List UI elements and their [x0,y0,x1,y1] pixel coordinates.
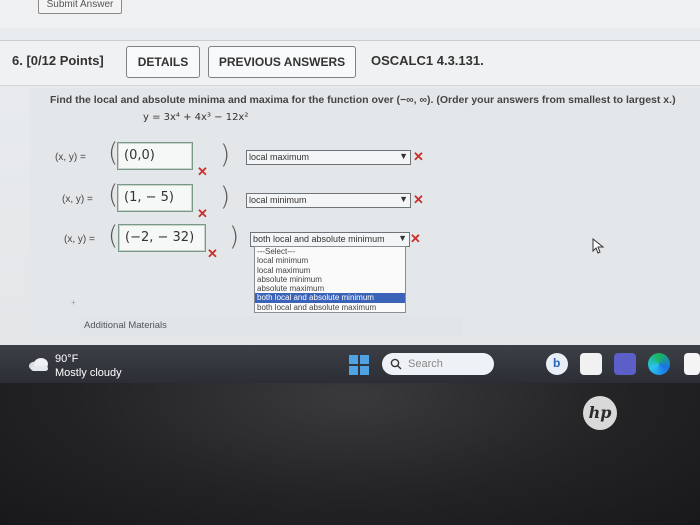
teams-icon[interactable] [614,353,636,375]
dropdown-option[interactable]: both local and absolute maximum [255,303,405,312]
weather-condition[interactable]: Mostly cloudy [55,367,122,379]
additional-materials-link[interactable]: Additional Materials [80,316,462,336]
row-1-classification-select[interactable]: local maximum ▼ [246,150,411,165]
row-2-classification-select[interactable]: local minimum ▼ [246,193,411,208]
search-icon [390,358,402,370]
submit-answer-button[interactable]: Submit Answer [38,0,122,14]
weather-temperature: 90°F [55,353,79,365]
function-expression: y = 3x⁴ + 4x³ − 12x² [143,112,249,123]
row-3-selected-value: both local and absolute minimum [253,234,385,244]
dropdown-option[interactable]: ---Select--- [255,247,405,256]
details-button[interactable]: DETAILS [126,46,200,78]
previous-answers-button[interactable]: PREVIOUS ANSWERS [208,46,356,78]
row-3-classification-select[interactable]: both local and absolute minimum ▼ [250,232,410,247]
start-windows-icon[interactable] [348,354,370,376]
question-header: 6. [0/12 Points] DETAILS PREVIOUS ANSWER… [0,40,700,86]
dropdown-option[interactable]: local maximum [255,266,405,275]
classification-dropdown-list: ---Select--- local minimum local maximum… [254,246,406,314]
row-3-answer-input[interactable]: (−2, − 32) [118,224,206,252]
row-3-label: (x, y) = [64,234,95,245]
row-1-select-incorrect-icon: ✕ [413,149,424,164]
row-2-incorrect-icon: ✕ [197,206,208,221]
dropdown-option[interactable]: absolute maximum [255,284,405,293]
problem-code: OSCALC1 4.3.131. [371,53,484,68]
row-1-close-paren: ) [220,140,231,170]
taskbar-search-box[interactable]: Search [382,353,494,375]
chevron-down-icon: ▼ [399,151,408,161]
row-1-selected-value: local maximum [249,152,310,162]
row-3-incorrect-icon: ✕ [207,246,218,261]
question-number: 6. [0/12 Points] [12,53,104,68]
row-3-select-incorrect-icon: ✕ [410,231,421,246]
question-prompt: Find the local and absolute minima and m… [50,94,676,106]
chevron-down-icon: ▼ [399,194,408,204]
search-placeholder: Search [408,358,443,370]
chevron-down-icon: ▼ [398,233,407,243]
dropdown-option[interactable]: local minimum [255,256,405,265]
row-2-label: (x, y) = [62,194,93,205]
file-explorer-icon[interactable] [684,353,700,375]
webpage: Submit Answer 6. [0/12 Points] DETAILS P… [0,0,700,345]
edge-browser-icon[interactable] [648,353,670,375]
row-1-incorrect-icon: ✕ [197,164,208,179]
row-1-answer-input[interactable]: (0,0) [117,142,193,170]
row-2-selected-value: local minimum [249,195,307,205]
top-strip: Submit Answer [0,0,700,28]
cloud-icon [29,358,48,371]
windows-taskbar: 90°F Mostly cloudy Search b [0,345,700,383]
bing-icon[interactable]: b [546,353,568,375]
row-3-open-paren: ( [108,221,119,251]
dropdown-option-highlighted[interactable]: both local and absolute minimum [255,293,405,303]
dropdown-option[interactable]: absolute minimum [255,275,405,284]
row-2-select-incorrect-icon: ✕ [413,192,424,207]
row-3-close-paren: ) [229,222,240,252]
mouse-cursor-icon [592,238,605,254]
row-1-label: (x, y) = [55,152,86,163]
row-2-close-paren: ) [220,182,231,212]
task-view-icon[interactable] [580,353,602,375]
row-2-answer-input[interactable]: (1, − 5) [117,184,193,212]
plus-mark-icon: + [71,298,76,307]
hp-logo: hp [583,396,617,430]
